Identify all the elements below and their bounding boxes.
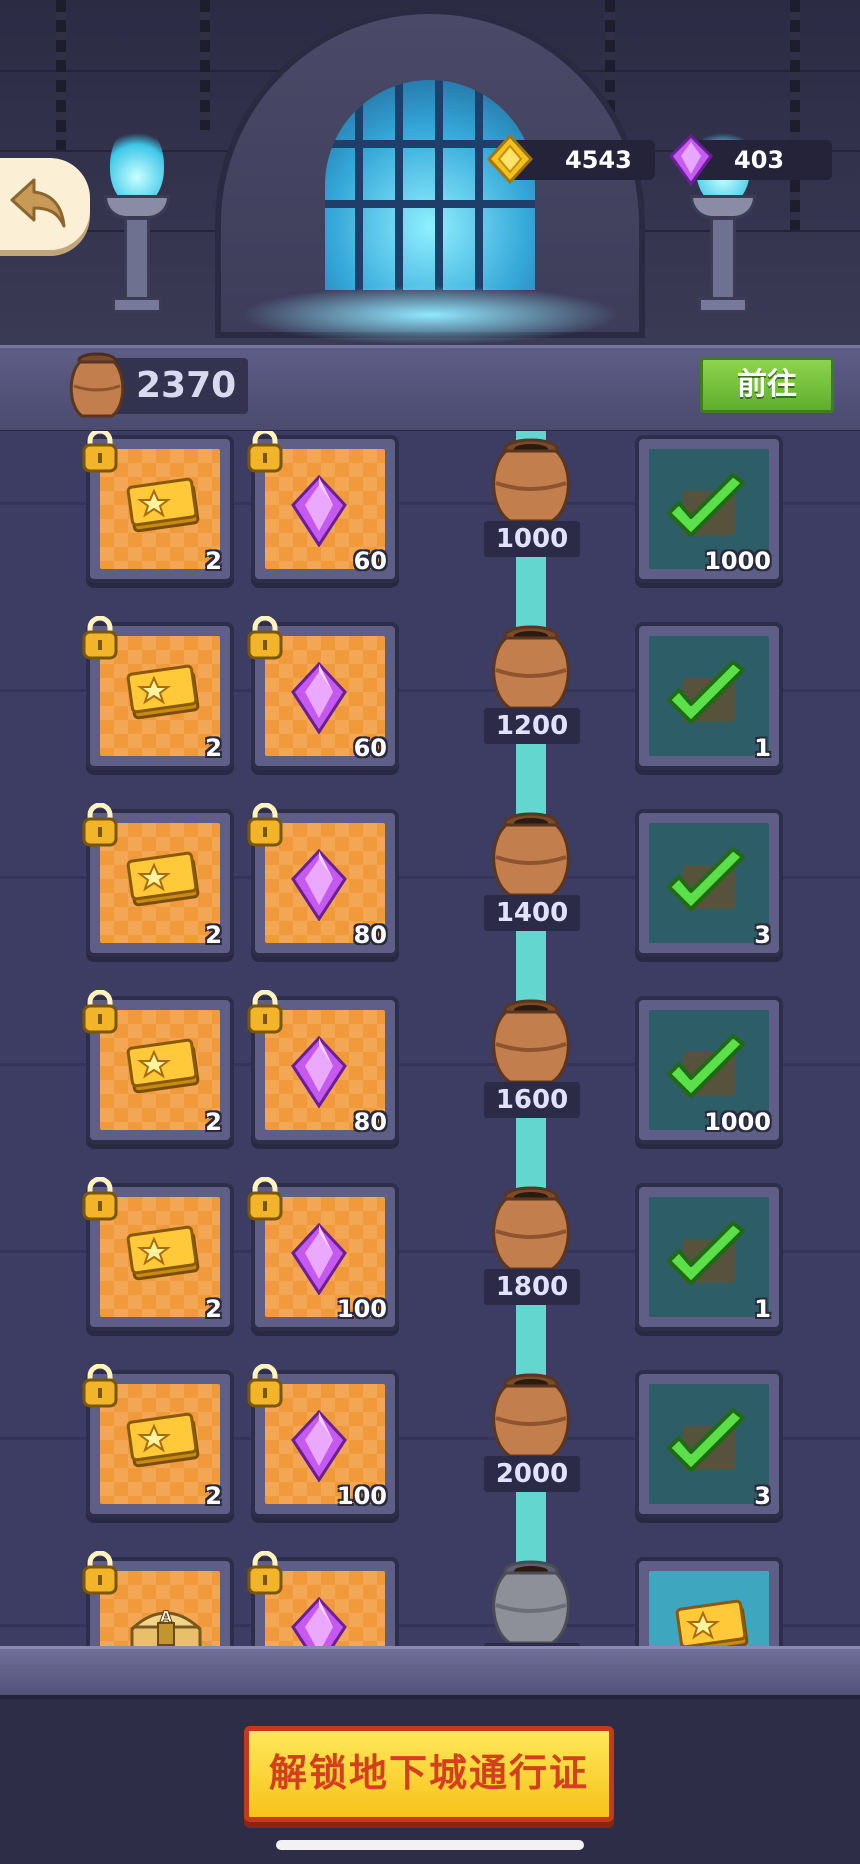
go-button[interactable]: 前往	[700, 357, 834, 413]
lock-icon	[80, 1363, 120, 1412]
treasure-chest-icon: A	[124, 1597, 208, 1646]
reward-row: 2 80 1400 3	[0, 697, 860, 957]
gold-coin-icon	[485, 134, 535, 184]
lock-icon	[80, 431, 120, 477]
lock-icon	[245, 989, 285, 1038]
back-arrow-icon	[10, 178, 66, 228]
gold-amount: 4543	[565, 146, 632, 174]
points-value: 2370	[136, 365, 237, 406]
lock-icon	[245, 802, 285, 851]
stone-ledge	[0, 1646, 860, 1699]
lock-icon	[245, 1363, 285, 1412]
reward-row: A115025001	[0, 1445, 860, 1646]
purple-gem-icon	[668, 134, 714, 186]
gate-glow	[240, 285, 620, 345]
reward-row: 2 100 1800 1	[0, 1071, 860, 1331]
home-indicator[interactable]	[276, 1840, 584, 1850]
reward-track-list[interactable]: 2 60 1000 1000 2 60 1200 1 2 80 1400 3 2 80 1600 1000 2 1…	[0, 431, 860, 1646]
pass-reward-tile[interactable]: 1	[635, 1557, 783, 1646]
unlock-dungeon-pass-button[interactable]: 解锁地下城通行证	[244, 1726, 614, 1822]
stone-jar-icon	[486, 1557, 576, 1646]
lock-icon	[80, 615, 120, 664]
chain-decoration	[200, 0, 210, 130]
lock-icon	[80, 1550, 120, 1599]
reward-row: 2 80 1600 1000	[0, 884, 860, 1144]
lock-icon	[245, 615, 285, 664]
lock-icon	[245, 1176, 285, 1225]
bottom-panel: 解锁地下城通行证	[0, 1646, 860, 1864]
torch-left	[102, 125, 172, 315]
points-bar: 2370 前往	[0, 345, 860, 434]
reward-row: 2 100 2000 3	[0, 1258, 860, 1518]
gold-counter: 4543	[486, 134, 655, 184]
lock-icon	[80, 802, 120, 851]
gem-counter: 403	[669, 134, 832, 186]
free-reward-tile[interactable]: 150	[247, 1550, 399, 1646]
free-reward-tile[interactable]: A1	[82, 1550, 234, 1646]
purple-gem-icon	[289, 1596, 349, 1646]
gem-amount: 403	[734, 146, 785, 174]
reward-row: 2 60 1200 1	[0, 510, 860, 770]
dungeon-header-scene: 4543 403	[0, 0, 860, 345]
lock-icon	[245, 431, 285, 477]
ticket-icon	[673, 1597, 753, 1646]
lock-icon	[80, 1176, 120, 1225]
svg-text:A: A	[160, 1607, 173, 1626]
portcullis-gate	[325, 80, 535, 290]
reward-row: 2 60 1000 1000	[0, 431, 860, 583]
back-button[interactable]	[0, 158, 90, 250]
lock-icon	[80, 989, 120, 1038]
clay-jar-icon	[64, 350, 130, 426]
chain-decoration	[790, 0, 800, 230]
chain-decoration	[56, 0, 66, 150]
lock-icon	[245, 1550, 285, 1599]
